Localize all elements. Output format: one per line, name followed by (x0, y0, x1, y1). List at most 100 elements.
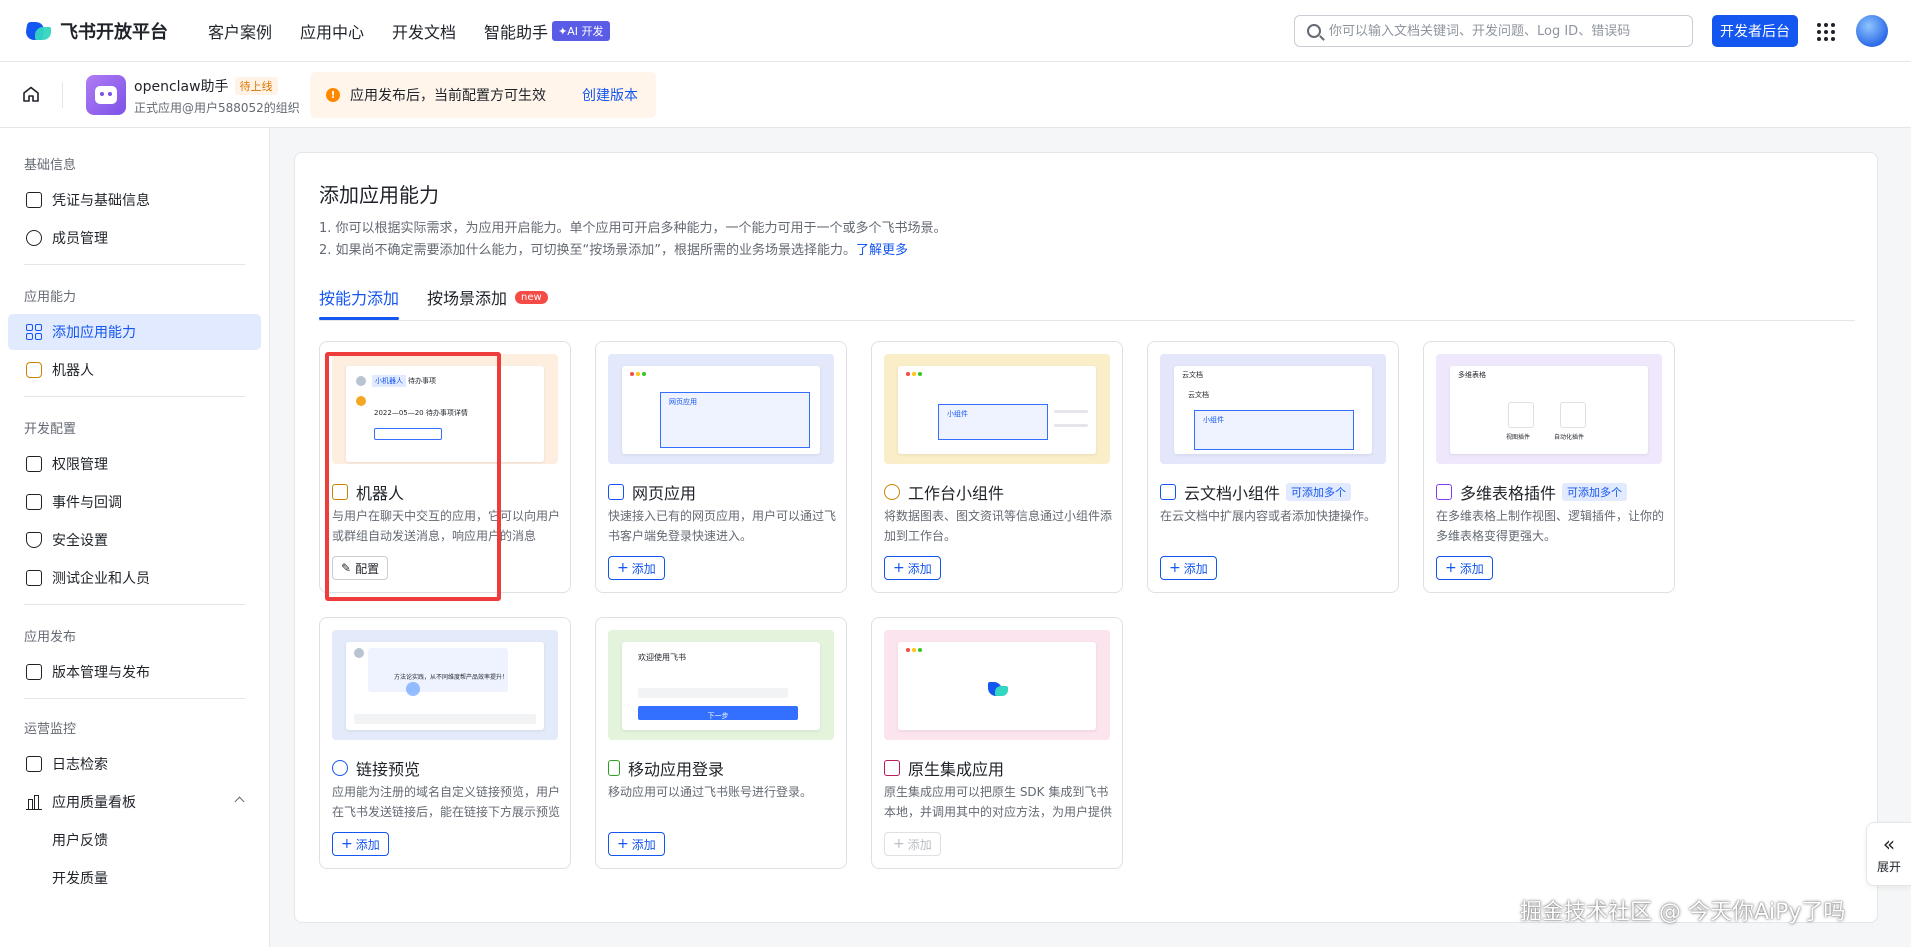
card-title-label: 移动应用登录 (628, 760, 725, 779)
warning-icon: ! (326, 88, 340, 102)
active-tab-indicator (319, 317, 399, 320)
nav-smart-assistant[interactable]: 智能助手 ✦AI 开发 (484, 19, 610, 43)
sidebar-item-add-capability[interactable]: 添加应用能力 (8, 314, 261, 350)
learn-more-link[interactable]: 了解更多 (856, 243, 908, 258)
sidebar-item-events[interactable]: 事件与回调 (8, 484, 261, 520)
login-title: 欢迎使用飞书 (638, 653, 686, 662)
capability-card-base-plugin: 多维表格 视图插件 自动化插件 多维表格插件 可添加多个 在多维表格上制作视图、… (1423, 341, 1675, 593)
app-name[interactable]: openclaw助手 待上线 (134, 76, 278, 96)
sidebar-item-logs[interactable]: 日志检索 (8, 746, 261, 782)
add-native-app-button[interactable]: + 添加 (884, 832, 941, 856)
add-button-label: 添加 (631, 837, 656, 852)
lock-icon (26, 456, 42, 472)
user-avatar[interactable] (1856, 15, 1888, 47)
developer-console-button[interactable]: 开发者后台 (1712, 15, 1798, 47)
doc-widget-mock: 云文档 云文档 小组件 (1174, 366, 1372, 454)
add-doc-widget-button[interactable]: + 添加 (1160, 556, 1217, 580)
divider (62, 82, 63, 108)
grid-add-icon (26, 324, 42, 340)
shield-icon (26, 532, 42, 548)
sidebar-group-basic: 基础信息 (24, 158, 77, 173)
multiple-badge: 可添加多个 (1562, 483, 1628, 501)
robot-icon (95, 86, 117, 104)
sidebar-item-credentials[interactable]: 凭证与基础信息 (8, 182, 261, 218)
sidebar-item-dev-quality[interactable]: 开发质量 (8, 860, 261, 896)
widget-mock: 小组件 (898, 366, 1096, 454)
home-icon[interactable] (22, 86, 40, 102)
doc-header-label: 云文档 (1182, 371, 1203, 379)
nav-customer-cases[interactable]: 客户案例 (208, 19, 272, 43)
logo-text: 飞书开放平台 (60, 21, 168, 43)
upload-icon (26, 664, 42, 680)
add-button-label: 添加 (1183, 561, 1208, 576)
sidebar-item-security[interactable]: 安全设置 (8, 522, 261, 558)
add-button-label: 添加 (907, 561, 932, 576)
bar-chart-icon (26, 794, 42, 810)
card-description: 应用能为注册的域名自定义链接预览，用户在飞书发送链接后，能在链接下方展示预览卡片 (332, 785, 560, 819)
chevron-up-icon (234, 796, 245, 807)
sidebar-item-versions[interactable]: 版本管理与发布 (8, 654, 261, 690)
sidebar-item-quality-board[interactable]: 应用质量看板 (8, 784, 261, 820)
sidebar-item-label: 机器人 (52, 363, 94, 379)
widget-preview-image: 小组件 (884, 354, 1110, 464)
add-widget-button[interactable]: + 添加 (884, 556, 941, 580)
card-description: 快速接入已有的网页应用，用户可以通过飞书客户端免登录快速进入。 (608, 509, 836, 543)
add-button-label: 添加 (907, 837, 932, 852)
capability-card-workplace-widget: 小组件 工作台小组件 将数据图表、图文资讯等信息通过小组件添加到工作台。 + 添加 (871, 341, 1123, 593)
sidebar-group-dev-config: 开发配置 (24, 422, 77, 437)
web-icon (608, 484, 624, 500)
main-nav: 客户案例 应用中心 开发文档 智能助手 ✦AI 开发 (208, 19, 638, 43)
add-mobile-login-button[interactable]: + 添加 (608, 832, 665, 856)
expand-panel-button[interactable]: « 展开 (1866, 822, 1911, 886)
web-app-preview-image: 网页应用 (608, 354, 834, 464)
user-add-icon (26, 230, 42, 246)
double-chevron-left-icon: « (1882, 831, 1896, 856)
logo[interactable]: 飞书开放平台 (24, 18, 184, 44)
nav-dev-docs[interactable]: 开发文档 (392, 19, 456, 43)
add-link-preview-button[interactable]: + 添加 (332, 832, 389, 856)
sidebar-item-user-feedback[interactable]: 用户反馈 (8, 822, 261, 858)
sidebar-item-label: 成员管理 (52, 231, 108, 247)
card-title-label: 网页应用 (632, 484, 697, 503)
sidebar-item-label: 测试企业和人员 (52, 571, 150, 587)
doc-widget-preview-image: 云文档 云文档 小组件 (1160, 354, 1386, 464)
sidebar-item-label: 日志检索 (52, 757, 108, 773)
new-badge: new (515, 290, 548, 304)
sidebar-item-members[interactable]: 成员管理 (8, 220, 261, 256)
card-title: 工作台小组件 (884, 480, 1004, 504)
base-auto-label: 自动化插件 (1554, 434, 1585, 441)
tab-by-scenario-label: 按场景添加 (427, 289, 508, 308)
code-icon (26, 570, 42, 586)
add-web-app-button[interactable]: + 添加 (608, 556, 665, 580)
create-version-link[interactable]: 创建版本 (582, 85, 638, 105)
ai-dev-badge: ✦AI 开发 (552, 20, 610, 41)
sidebar-item-label: 开发质量 (52, 871, 108, 887)
search-input[interactable] (1329, 23, 1669, 39)
card-description: 移动应用可以通过飞书账号进行登录。 (608, 785, 813, 799)
sidebar-item-label: 添加应用能力 (52, 325, 136, 341)
main-panel: 添加应用能力 1. 你可以根据实际需求，为应用开启能力。单个应用可开启多种能力，… (294, 152, 1878, 923)
add-base-plugin-button[interactable]: + 添加 (1436, 556, 1493, 580)
app-name-label: openclaw助手 (134, 79, 229, 95)
log-search-icon (26, 756, 42, 772)
app-launcher-icon[interactable] (1817, 23, 1835, 41)
add-button-label: 添加 (1459, 561, 1484, 576)
sidebar: 基础信息 凭证与基础信息 成员管理 应用能力 添加应用能力 机器人 开发配置 权… (0, 128, 270, 947)
sidebar-divider (24, 396, 245, 397)
capability-card-mobile-login: 欢迎使用飞书 下一步 移动应用登录 移动应用可以通过飞书账号进行登录。 + 添加 (595, 617, 847, 869)
sidebar-item-test-tenants[interactable]: 测试企业和人员 (8, 560, 261, 596)
tab-by-scenario[interactable]: 按场景添加 new (427, 285, 548, 309)
search-box[interactable] (1294, 15, 1693, 47)
feishu-logo-icon (988, 680, 1010, 698)
card-title: 网页应用 (608, 480, 696, 504)
link-preview-msg: 方法论实践，从不同维度帮产品效率提升！ (394, 674, 509, 681)
nav-app-center[interactable]: 应用中心 (300, 19, 364, 43)
tab-bar: 按能力添加 按场景添加 new (319, 279, 1855, 321)
sidebar-item-bot[interactable]: 机器人 (8, 352, 261, 388)
sidebar-item-permissions[interactable]: 权限管理 (8, 446, 261, 482)
capability-card-doc-widget: 云文档 云文档 小组件 云文档小组件 可添加多个 在云文档中扩展内容或者添加快捷… (1147, 341, 1399, 593)
doc-widget-mock-label: 小组件 (1203, 416, 1224, 424)
tab-by-capability[interactable]: 按能力添加 (319, 285, 399, 309)
nav-smart-assistant-label: 智能助手 (484, 22, 549, 42)
capability-card-link-preview: 方法论实践，从不同维度帮产品效率提升！ 链接预览 应用能为注册的域名自定义链接预… (319, 617, 571, 869)
